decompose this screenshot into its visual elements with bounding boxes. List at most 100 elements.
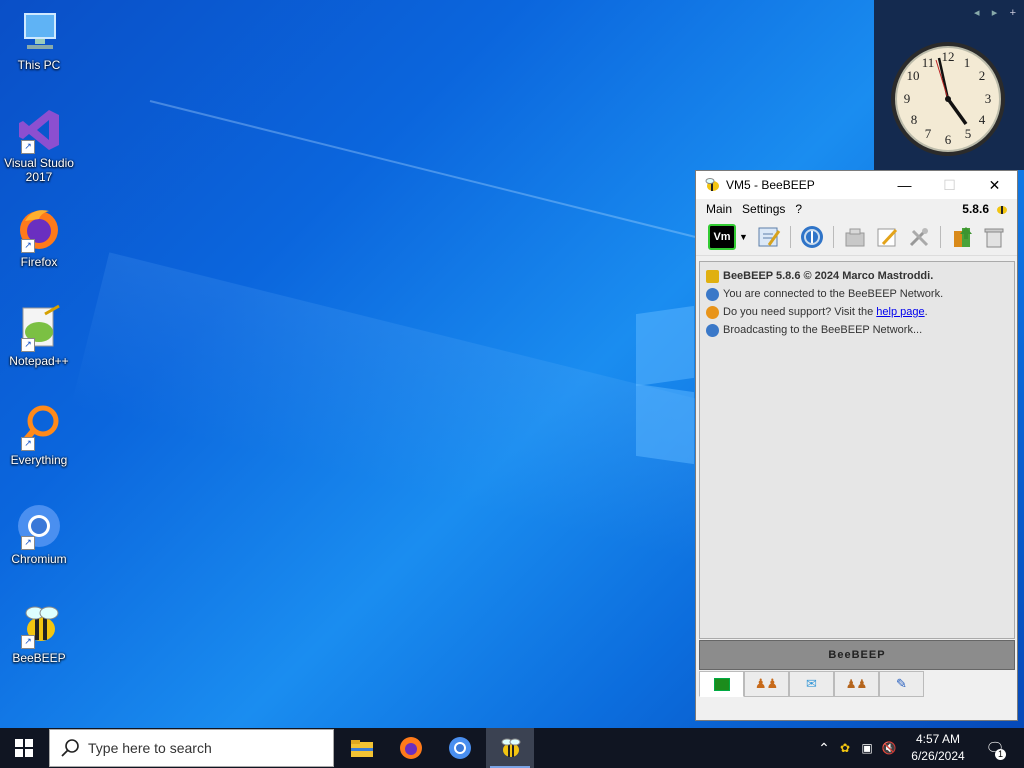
taskbar-beebeep[interactable] bbox=[486, 728, 534, 768]
shortcut-arrow-icon: ↗ bbox=[21, 437, 35, 451]
notification-center-button[interactable]: 🗨 1 bbox=[980, 728, 1010, 768]
desktop-icon-this-pc[interactable]: This PC bbox=[4, 8, 74, 72]
start-button[interactable] bbox=[0, 728, 48, 768]
taskbar-chromium[interactable] bbox=[436, 728, 484, 768]
svg-text:7: 7 bbox=[925, 126, 932, 141]
network-tray-icon[interactable]: ▣ bbox=[856, 741, 878, 755]
desktop-icon-firefox[interactable]: ↗ Firefox bbox=[4, 205, 74, 269]
svg-text:8: 8 bbox=[911, 112, 918, 127]
tab-chat[interactable] bbox=[699, 671, 744, 697]
users-icon: ♟♟ bbox=[754, 676, 779, 691]
wallpaper-windows-logo bbox=[636, 305, 698, 465]
edit-profile-icon[interactable] bbox=[756, 224, 782, 250]
chat-log: BeeBEEP 5.8.6 © 2024 Marco Mastroddi. Yo… bbox=[699, 261, 1015, 639]
taskbar: Type here to search ⌃ ✿ ▣ 🔇 4:57 AM 6/26… bbox=[0, 728, 1024, 768]
bee-icon bbox=[501, 738, 521, 757]
desktop-icon-label: Chromium bbox=[11, 552, 67, 566]
shortcut-arrow-icon: ↗ bbox=[21, 536, 35, 550]
svg-text:1: 1 bbox=[964, 55, 971, 70]
maximize-button[interactable]: ☐ bbox=[927, 171, 972, 199]
shortcut-arrow-icon: ↗ bbox=[21, 338, 35, 352]
gadget-add-button[interactable]: + bbox=[1010, 7, 1016, 19]
toolbar: Vm ▼ bbox=[696, 219, 1017, 256]
update-icon[interactable] bbox=[949, 224, 975, 250]
folder-icon bbox=[351, 740, 373, 757]
desktop-icon-label: Notepad++ bbox=[9, 354, 69, 368]
shortcut-arrow-icon: ↗ bbox=[21, 140, 35, 154]
shortcut-arrow-icon: ↗ bbox=[21, 635, 35, 649]
menu-help[interactable]: ? bbox=[790, 202, 807, 216]
svg-text:4: 4 bbox=[979, 112, 986, 127]
shares-icon: ✎ bbox=[896, 676, 907, 691]
desktop-icon-notepad-plus-plus[interactable]: ↗ Notepad++ bbox=[4, 304, 74, 368]
windows-logo-icon bbox=[15, 739, 33, 757]
desktop-icon-beebeep[interactable]: ↗ BeeBEEP bbox=[4, 601, 74, 665]
banner-text: BeeBEEP bbox=[828, 649, 886, 661]
svg-text:5: 5 bbox=[965, 126, 972, 141]
app-bee-icon bbox=[704, 178, 720, 192]
network-icon bbox=[706, 287, 719, 301]
bee-icon: ↗ bbox=[15, 601, 63, 649]
computer-icon bbox=[15, 8, 63, 56]
taskbar-search-box[interactable]: Type here to search bbox=[49, 729, 334, 767]
firefox-icon: ↗ bbox=[15, 205, 63, 253]
desktop-icon-visual-studio[interactable]: ↗ Visual Studio 2017 bbox=[4, 106, 74, 184]
menu-settings[interactable]: Settings bbox=[737, 202, 790, 216]
close-button[interactable]: ✕ bbox=[972, 171, 1017, 199]
toolbar-separator bbox=[789, 226, 791, 248]
svg-text:6: 6 bbox=[945, 132, 952, 147]
chat-text: . bbox=[924, 306, 928, 318]
desktop-icon-everything[interactable]: ↗ Everything bbox=[4, 403, 74, 467]
bottom-tabs: ♟♟ ✉ ♟♟ ✎ bbox=[699, 671, 924, 697]
help-page-link[interactable]: help page bbox=[876, 306, 924, 318]
tab-shares[interactable]: ✎ bbox=[879, 671, 924, 697]
show-hidden-icons-chevron-icon[interactable]: ⌃ bbox=[814, 740, 834, 757]
menu-bar: Main Settings ? 5.8.6 bbox=[696, 199, 1017, 219]
tab-chats[interactable]: ✉ bbox=[789, 671, 834, 697]
taskbar-file-explorer[interactable] bbox=[338, 728, 386, 768]
support-icon bbox=[706, 305, 719, 319]
tray-beebeep-icon[interactable]: ✿ bbox=[834, 741, 856, 755]
search-placeholder: Type here to search bbox=[88, 740, 212, 756]
chat-text: Broadcasting to the BeeBEEP Network... bbox=[723, 324, 923, 336]
status-dropdown-arrow-icon[interactable]: ▼ bbox=[739, 232, 748, 242]
taskbar-clock[interactable]: 4:57 AM 6/26/2024 bbox=[905, 731, 971, 765]
beebeep-window: VM5 - BeeBEEP — ☐ ✕ Main Settings ? 5.8.… bbox=[695, 170, 1018, 721]
chat-line: Do you need support? Visit the help page… bbox=[706, 304, 1014, 320]
minimize-button[interactable]: — bbox=[882, 171, 927, 199]
beebeep-banner: BeeBEEP bbox=[699, 640, 1015, 670]
desktop-icon-label: BeeBEEP bbox=[12, 651, 66, 665]
taskbar-firefox[interactable] bbox=[387, 728, 435, 768]
gadget-prev-button[interactable]: ◂ bbox=[974, 7, 980, 19]
desktop-icon-label: Firefox bbox=[20, 255, 58, 269]
desktop-icon-label: Everything bbox=[10, 453, 68, 467]
trash-icon[interactable] bbox=[981, 224, 1007, 250]
chat-line: BeeBEEP 5.8.6 © 2024 Marco Mastroddi. bbox=[706, 268, 1014, 284]
groups-icon: ♟♟ bbox=[845, 677, 868, 691]
status-button[interactable]: Vm bbox=[708, 224, 736, 250]
network-icon[interactable] bbox=[799, 224, 825, 250]
tools-icon[interactable] bbox=[906, 224, 932, 250]
analog-clock-gadget[interactable]: 12 12 3 4567 89 1011 bbox=[889, 40, 1007, 158]
files-disabled-icon[interactable] bbox=[842, 224, 868, 250]
broadcast-icon bbox=[706, 323, 719, 337]
everything-search-icon: ↗ bbox=[15, 403, 63, 451]
desktop-icon-chromium[interactable]: ↗ Chromium bbox=[4, 502, 74, 566]
svg-text:9: 9 bbox=[904, 91, 911, 106]
chats-icon: ✉ bbox=[806, 676, 817, 691]
volume-muted-icon[interactable]: 🔇 bbox=[878, 741, 900, 755]
shortcut-arrow-icon: ↗ bbox=[21, 239, 35, 253]
gadget-next-button[interactable]: ▸ bbox=[992, 7, 998, 19]
menu-main[interactable]: Main bbox=[701, 202, 737, 216]
chromium-icon: ↗ bbox=[15, 502, 63, 550]
chat-tab-icon bbox=[713, 677, 730, 691]
window-title: VM5 - BeeBEEP bbox=[726, 178, 815, 192]
tab-users[interactable]: ♟♟ bbox=[744, 671, 789, 697]
write-message-icon[interactable] bbox=[874, 224, 900, 250]
chat-text: Do you need support? Visit the bbox=[723, 306, 877, 318]
version-label: 5.8.6 bbox=[962, 202, 989, 216]
title-bar[interactable]: VM5 - BeeBEEP — ☐ ✕ bbox=[696, 171, 1017, 199]
svg-text:12: 12 bbox=[942, 49, 955, 64]
tab-groups[interactable]: ♟♟ bbox=[834, 671, 879, 697]
svg-text:11: 11 bbox=[922, 55, 935, 70]
